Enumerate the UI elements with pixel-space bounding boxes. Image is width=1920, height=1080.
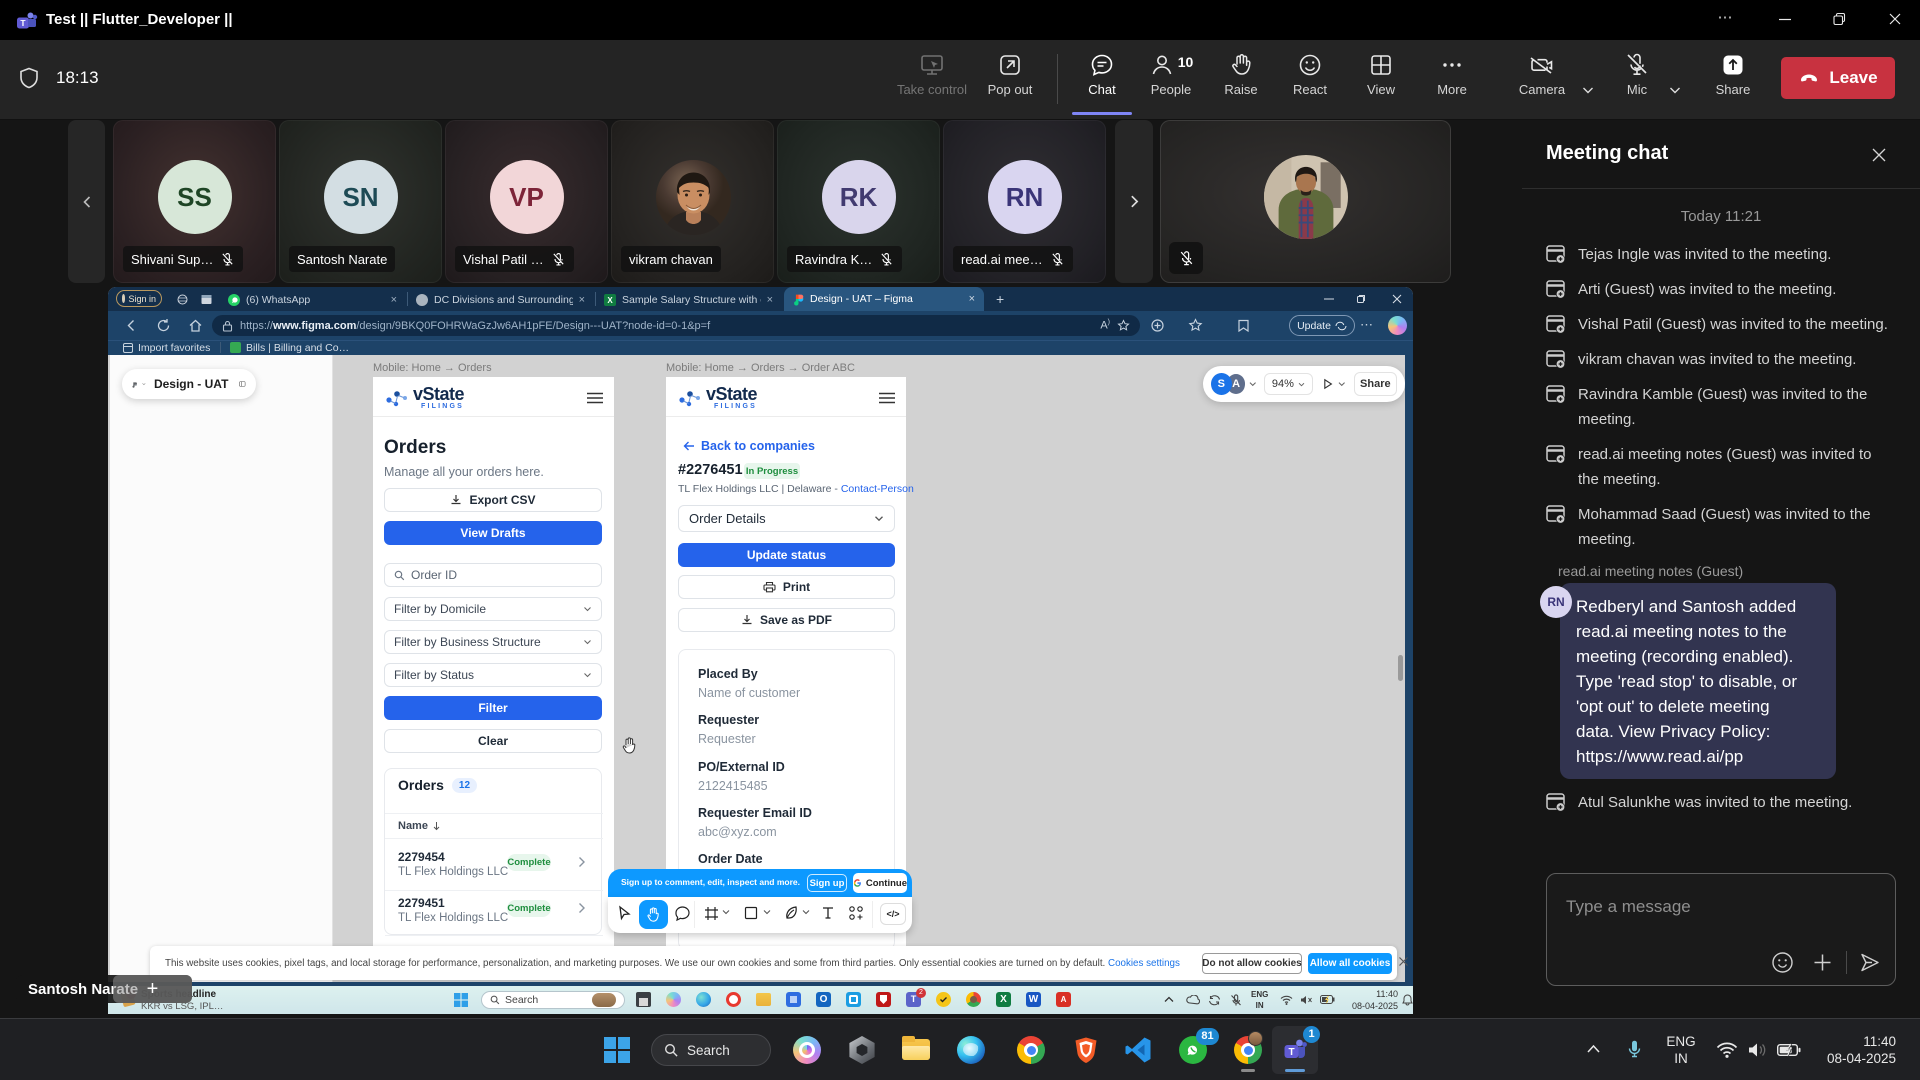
svg-text:T: T bbox=[1288, 1047, 1294, 1058]
svg-text:T: T bbox=[20, 18, 26, 28]
